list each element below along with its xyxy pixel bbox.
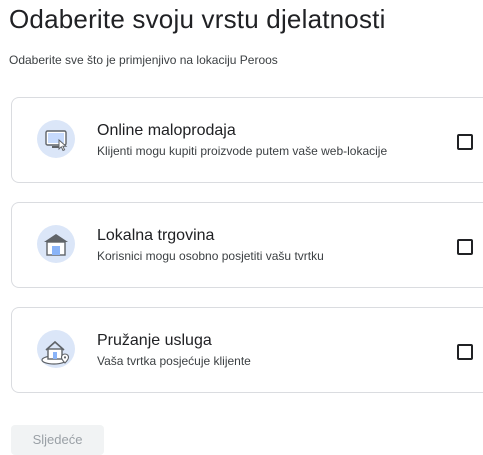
- option-checkbox-service-delivery[interactable]: [457, 344, 473, 360]
- storefront-icon: [37, 225, 75, 263]
- option-card-local-store[interactable]: Lokalna trgovina Korisnici mogu osobno p…: [11, 202, 483, 288]
- option-checkbox-online-retail[interactable]: [457, 134, 473, 150]
- home-service-icon: [37, 330, 75, 368]
- online-shop-icon: [37, 120, 75, 158]
- option-description: Vaša tvrtka posjećuje klijente: [97, 354, 251, 368]
- option-card-online-retail[interactable]: Online maloprodaja Klijenti mogu kupiti …: [11, 97, 483, 183]
- option-description: Korisnici mogu osobno posjetiti vašu tvr…: [97, 249, 324, 263]
- page-subtitle: Odaberite sve što je primjenjivo na loka…: [9, 53, 278, 67]
- option-title: Pružanje usluga: [97, 332, 212, 349]
- option-title: Lokalna trgovina: [97, 227, 215, 244]
- option-checkbox-local-store[interactable]: [457, 239, 473, 255]
- option-description: Klijenti mogu kupiti proizvode putem vaš…: [97, 144, 388, 158]
- option-title: Online maloprodaja: [97, 122, 236, 139]
- option-card-service-delivery[interactable]: Pružanje usluga Vaša tvrtka posjećuje kl…: [11, 307, 483, 393]
- page-title: Odaberite svoju vrstu djelatnosti: [9, 4, 386, 34]
